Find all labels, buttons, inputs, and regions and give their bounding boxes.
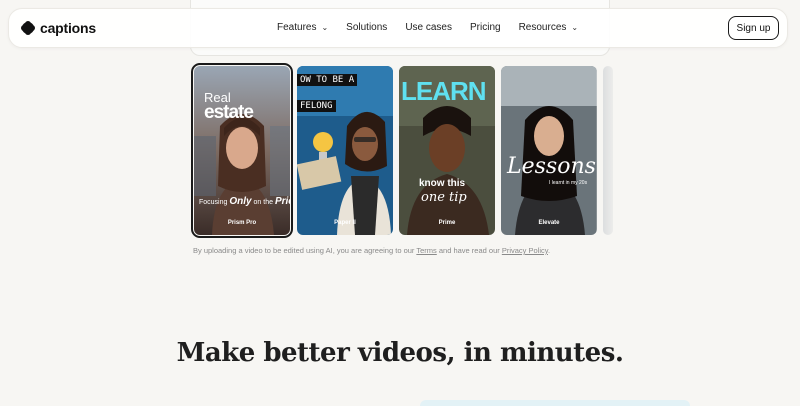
overlay-lessons: Lessons	[507, 154, 596, 179]
site-header: captions Features ⌄ Solutions Use cases …	[8, 8, 788, 48]
overlay-learn: LEARN	[401, 76, 487, 106]
chevron-down-icon: ⌄	[571, 23, 579, 32]
template-thumbnail	[297, 66, 393, 235]
chevron-down-icon: ⌄	[321, 23, 329, 32]
template-thumbnail	[501, 66, 597, 235]
template-name: Prime	[438, 220, 456, 226]
nav-use-cases-label: Use cases	[405, 22, 452, 33]
carousel-fade	[596, 66, 620, 236]
overlay-small: I learnt in my 20s	[549, 180, 588, 186]
caption-part: Focusing	[199, 199, 230, 206]
overlay-line1: OW TO BE A	[297, 74, 358, 86]
overlay-line2: one tip	[421, 190, 467, 205]
upload-disclaimer: By uploading a video to be edited using …	[193, 246, 550, 255]
nav-solutions[interactable]: Solutions	[346, 22, 387, 33]
page-headline: Make better videos, in minutes.	[176, 338, 624, 368]
template-card-prism-pro[interactable]: Real estate Focusing Only on the Price P…	[191, 63, 293, 238]
nav-pricing-label: Pricing	[470, 22, 501, 33]
brand-logo[interactable]: captions	[21, 20, 96, 36]
overlay-line2: FELONG	[297, 100, 336, 112]
template-card-paper-ii[interactable]: OW TO BE A FELONG Paper II	[297, 66, 393, 235]
disclaimer-text: and have read our	[436, 246, 502, 255]
template-name: Elevate	[538, 220, 560, 226]
nav-pricing[interactable]: Pricing	[470, 22, 501, 33]
main-nav: Features ⌄ Solutions Use cases Pricing R…	[277, 22, 596, 33]
nav-features-label: Features	[277, 22, 317, 33]
privacy-policy-link[interactable]: Privacy Policy	[502, 246, 548, 255]
caption-part: on the	[251, 199, 275, 206]
disclaimer-text: .	[547, 246, 551, 255]
overlay-estate: estate	[204, 102, 254, 123]
template-card-elevate[interactable]: Lessons I learnt in my 20s Elevate	[501, 66, 597, 235]
nav-resources-label: Resources	[518, 22, 567, 33]
overlay-line1: know this	[419, 178, 466, 189]
template-carousel: Real estate Focusing Only on the Price P…	[191, 63, 614, 238]
template-name: Prism Pro	[227, 220, 257, 226]
caption-emphasis: Price	[274, 196, 290, 207]
nav-use-cases[interactable]: Use cases	[405, 22, 452, 33]
overlay-caption: Focusing Only on the Price	[199, 196, 290, 207]
nav-features[interactable]: Features ⌄	[277, 22, 328, 33]
template-name: Paper II	[334, 220, 356, 226]
signup-button[interactable]: Sign up	[728, 16, 779, 40]
template-card-prime[interactable]: LEARN know this one tip Prime	[399, 66, 495, 235]
next-section-hint	[420, 400, 690, 406]
nav-solutions-label: Solutions	[346, 22, 388, 33]
caption-emphasis: Only	[229, 196, 252, 207]
disclaimer-text: By uploading a video to be edited using …	[193, 246, 417, 255]
terms-link[interactable]: Terms	[416, 246, 436, 255]
captions-logo-icon	[21, 21, 35, 35]
nav-resources[interactable]: Resources ⌄	[519, 22, 579, 33]
brand-name: captions	[40, 20, 96, 36]
